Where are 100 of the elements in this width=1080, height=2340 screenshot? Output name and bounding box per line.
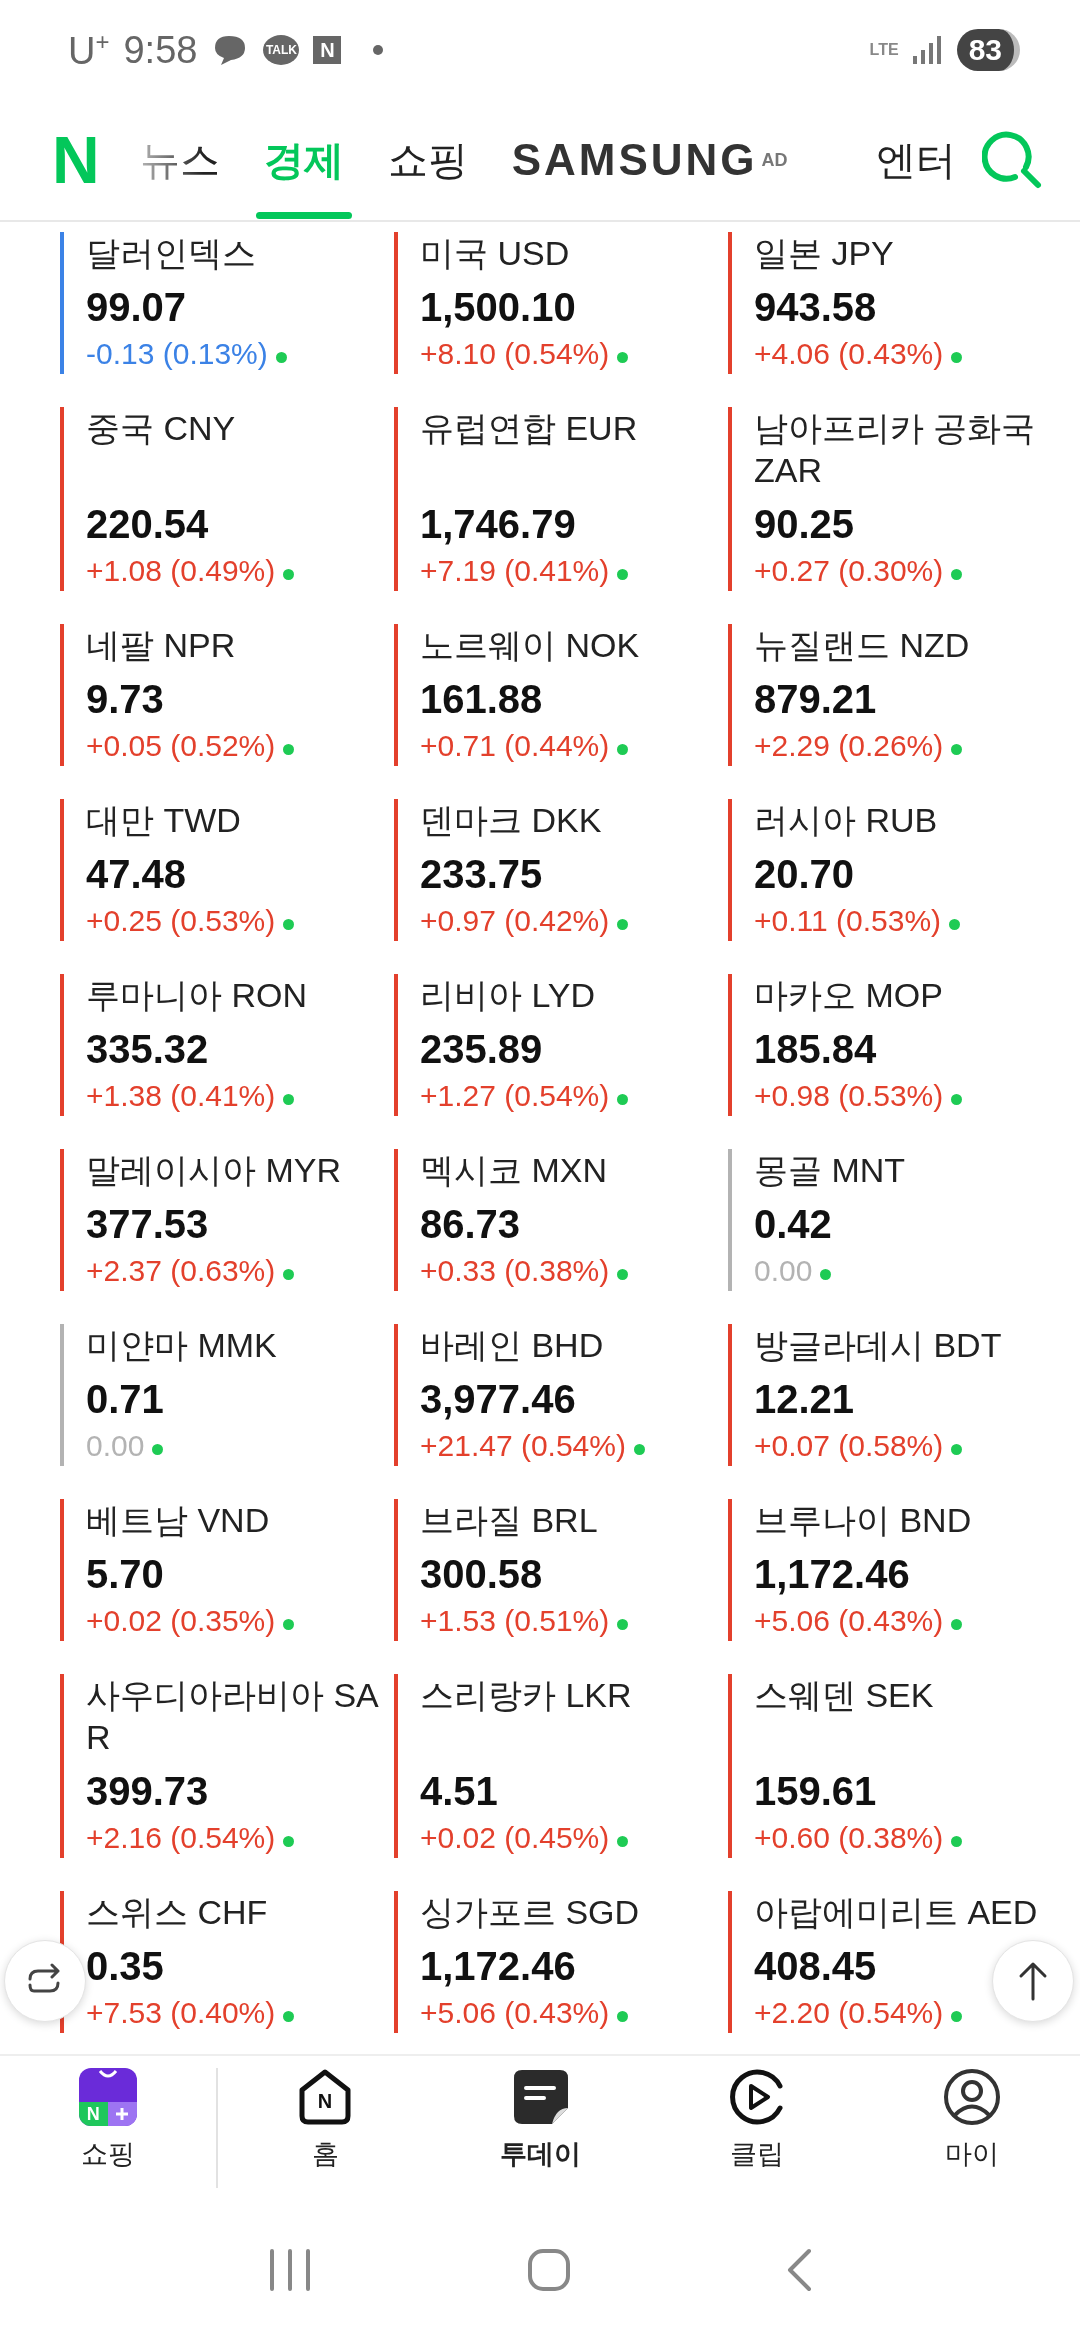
exchange-rate: 12.21 xyxy=(754,1376,855,1423)
signal-icon xyxy=(912,36,943,64)
rate-change: +0.02 (0.45%) xyxy=(420,1820,610,1856)
exchange-rate: 9.73 xyxy=(86,676,164,723)
live-dot xyxy=(283,743,295,755)
share-button[interactable] xyxy=(4,1940,86,2022)
talk-notification-icon: TALK xyxy=(263,35,300,65)
exchange-rate: 4.51 xyxy=(420,1768,498,1815)
currency-name: 루마니아 RON xyxy=(86,975,308,1016)
currency-name: 브라질 BRL xyxy=(420,1500,599,1541)
rate-change: +2.20 (0.54%) xyxy=(754,1995,944,2031)
currency-name: 브루나이 BND xyxy=(754,1500,973,1541)
clock: 9:58 xyxy=(123,28,198,72)
live-dot xyxy=(617,568,629,580)
category-tab[interactable]: 쇼핑 xyxy=(369,99,486,221)
currency-name: 달러인덱스 xyxy=(86,233,257,274)
nav-tab[interactable]: 클립 xyxy=(648,2068,865,2200)
currency-name: 유럽연합 EUR xyxy=(420,408,639,449)
currency-name: 뉴질랜드 NZD xyxy=(754,625,971,666)
exchange-rate: 5.70 xyxy=(86,1551,164,1598)
rate-change: +0.98 (0.53%) xyxy=(754,1078,944,1114)
live-dot xyxy=(617,1835,629,1847)
exchange-rate: 159.61 xyxy=(754,1768,877,1815)
exchange-rate: 220.54 xyxy=(86,501,209,548)
currency-name: 대만 TWD xyxy=(86,800,242,841)
arrow-up-icon xyxy=(1018,1961,1048,2001)
live-dot xyxy=(283,918,295,930)
currency-name: 미얀마 MMK xyxy=(86,1325,278,1366)
rate-change: +4.06 (0.43%) xyxy=(754,336,944,372)
exchange-rate: 0.35 xyxy=(86,1943,164,1990)
exchange-rate: 47.48 xyxy=(86,851,187,898)
rate-change: +0.25 (0.53%) xyxy=(86,903,276,939)
exchange-rate: 1,500.10 xyxy=(420,284,576,331)
live-dot xyxy=(951,1618,963,1630)
app-notification-icon: N xyxy=(313,36,342,64)
nav-tab[interactable]: 투데이 xyxy=(433,2068,649,2200)
rate-change: +0.27 (0.30%) xyxy=(754,553,944,589)
live-dot xyxy=(951,1093,963,1105)
scroll-top-button[interactable] xyxy=(992,1940,1074,2022)
rate-change: 0.00 xyxy=(86,1428,145,1464)
exchange-rate: 0.42 xyxy=(754,1201,832,1248)
currency-name: 리비아 LYD xyxy=(420,975,597,1016)
live-dot xyxy=(617,351,629,363)
play-circle-icon xyxy=(727,2068,786,2126)
rate-change: +2.29 (0.26%) xyxy=(754,728,944,764)
recent-apps-icon[interactable] xyxy=(267,2249,312,2291)
rate-change: +8.10 (0.54%) xyxy=(420,336,610,372)
search-icon[interactable] xyxy=(982,129,1044,191)
live-dot xyxy=(951,1835,963,1847)
exchange-rate: 1,172.46 xyxy=(420,1943,576,1990)
exchange-rate: 399.73 xyxy=(86,1768,209,1815)
rate-change: +1.38 (0.41%) xyxy=(86,1078,276,1114)
category-tab[interactable]: SAMSUNG$^{AD}$ xyxy=(493,99,806,221)
category-tab[interactable]: 엔터 xyxy=(857,99,974,221)
currency-name: 바레인 BHD xyxy=(420,1325,605,1366)
nav-tab[interactable]: N 쇼핑 xyxy=(0,2068,218,2188)
live-dot xyxy=(617,743,629,755)
currency-name: 일본 JPY xyxy=(754,233,895,274)
nav-label: 마이 xyxy=(945,2138,1000,2171)
exchange-rate: 377.53 xyxy=(86,1201,209,1248)
currency-name: 몽골 MNT xyxy=(754,1150,907,1191)
rate-change: +0.02 (0.35%) xyxy=(86,1603,276,1639)
note-icon xyxy=(512,2068,570,2126)
rate-change: +1.27 (0.54%) xyxy=(420,1078,610,1114)
rate-change: +0.71 (0.44%) xyxy=(420,728,610,764)
live-dot xyxy=(951,351,963,363)
currency-name: 사우디아라비아 SAR xyxy=(86,1675,380,1758)
live-dot xyxy=(951,1443,963,1455)
exchange-rate: 300.58 xyxy=(420,1551,543,1598)
rate-change: +5.06 (0.43%) xyxy=(754,1603,944,1639)
home-button-icon[interactable] xyxy=(527,2248,571,2292)
carrier-label: U$^{+}$ xyxy=(68,27,110,73)
rate-change: +21.47 (0.54%) xyxy=(420,1428,626,1464)
live-dot xyxy=(283,1093,295,1105)
exchange-rate: 86.73 xyxy=(420,1201,521,1248)
live-dot xyxy=(951,2010,963,2022)
live-dot xyxy=(283,2010,295,2022)
rate-change: +0.07 (0.58%) xyxy=(754,1428,944,1464)
live-dot xyxy=(820,1268,832,1280)
back-icon[interactable] xyxy=(786,2248,813,2292)
currency-name: 덴마크 DKK xyxy=(420,800,603,841)
exchange-rate: 90.25 xyxy=(754,501,855,548)
live-dot xyxy=(283,1618,295,1630)
nav-tab[interactable]: 마이 xyxy=(864,2068,1080,2200)
nav-label: 클립 xyxy=(729,2138,784,2171)
exchange-rate: 161.88 xyxy=(420,676,543,723)
profile-icon xyxy=(943,2068,1002,2126)
category-tab[interactable]: 뉴스 xyxy=(121,99,238,221)
exchange-rate: 408.45 xyxy=(754,1943,877,1990)
rate-change: +5.06 (0.43%) xyxy=(420,1995,610,2031)
currency-name: 스위스 CHF xyxy=(86,1892,269,1933)
nav-tab[interactable]: N 홈 xyxy=(217,2068,434,2200)
live-dot xyxy=(283,568,295,580)
exchange-rate: 335.32 xyxy=(86,1026,209,1073)
currency-name: 말레이시아 MYR xyxy=(86,1150,342,1191)
rate-change: +0.60 (0.38%) xyxy=(754,1820,944,1856)
shopping-bag-icon: N xyxy=(78,2068,137,2126)
live-dot xyxy=(617,1268,629,1280)
live-dot xyxy=(283,1268,295,1280)
rate-change: +2.16 (0.54%) xyxy=(86,1820,276,1856)
